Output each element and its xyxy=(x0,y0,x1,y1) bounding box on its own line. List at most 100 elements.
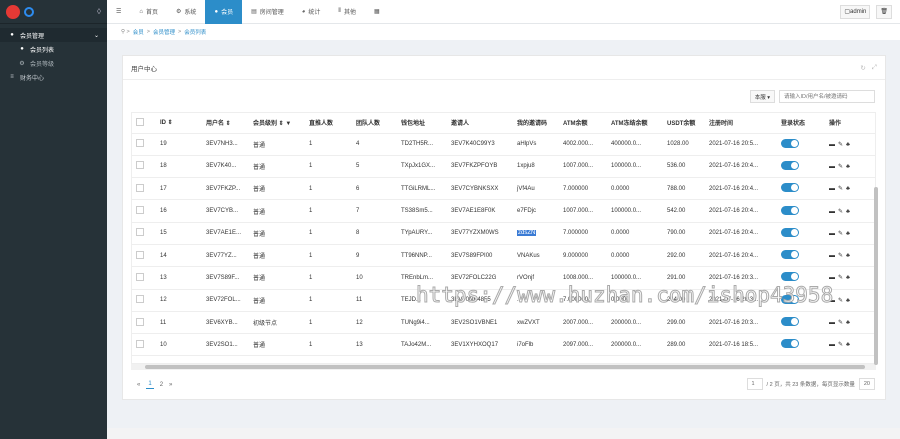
vertical-scrollbar[interactable] xyxy=(874,187,878,365)
card-icon[interactable]: ▬ xyxy=(829,298,835,304)
tab-member[interactable]: ● 会员 xyxy=(205,0,243,24)
login-toggle[interactable] xyxy=(781,339,799,349)
cell-login[interactable] xyxy=(777,333,825,357)
trash-button[interactable]: 🗑 xyxy=(876,4,892,19)
menu-toggle[interactable]: ☰ xyxy=(107,0,130,24)
settings-drop-icon[interactable]: ◊ xyxy=(97,7,101,16)
refresh-icon[interactable]: ↻ xyxy=(860,64,865,72)
cell-login[interactable] xyxy=(777,177,825,201)
group-icon[interactable]: ♣ xyxy=(846,186,850,192)
edit-icon[interactable]: ✎ xyxy=(838,297,843,304)
card-icon[interactable]: ▬ xyxy=(829,186,835,192)
group-icon[interactable]: ♣ xyxy=(846,253,850,259)
login-toggle[interactable] xyxy=(781,227,799,237)
page-size-input[interactable]: 20 xyxy=(858,378,875,390)
row-checkbox[interactable] xyxy=(132,177,156,201)
edit-icon[interactable]: ✎ xyxy=(838,208,843,215)
tab-home[interactable]: ⌂ 首页 xyxy=(130,0,167,24)
tab-system[interactable]: ⚙ 系统 xyxy=(167,0,205,24)
edit-icon[interactable]: ✎ xyxy=(838,319,843,326)
cell-login[interactable] xyxy=(777,222,825,245)
login-toggle[interactable] xyxy=(781,272,799,282)
cell-login[interactable] xyxy=(777,155,825,179)
row-checkbox[interactable] xyxy=(132,155,156,179)
edit-icon[interactable]: ✎ xyxy=(838,163,843,170)
edit-icon[interactable]: ✎ xyxy=(838,185,843,192)
card-icon[interactable]: ▬ xyxy=(829,142,835,148)
col-username[interactable]: 用户名 ⇕ xyxy=(202,113,249,134)
sidebar-item-member-management[interactable]: ● 会员管理 ⌄ xyxy=(0,28,107,42)
login-toggle[interactable] xyxy=(781,183,799,193)
page-button-2[interactable]: 2 xyxy=(160,382,163,388)
group-icon[interactable]: ♣ xyxy=(846,209,850,215)
cell-login[interactable] xyxy=(777,244,825,268)
sidebar-item-member-level[interactable]: ⚙ 会员等级 xyxy=(0,56,107,70)
card-icon[interactable]: ▬ xyxy=(829,275,835,281)
edit-icon[interactable]: ✎ xyxy=(838,274,843,281)
edit-icon[interactable]: ✎ xyxy=(838,252,843,259)
login-toggle[interactable] xyxy=(781,138,799,148)
cell-id: 14 xyxy=(156,244,202,268)
prev-page-button[interactable]: « xyxy=(137,382,140,388)
next-page-button[interactable]: » xyxy=(169,382,172,388)
row-checkbox[interactable] xyxy=(132,333,156,357)
cell-usdt: 299.00 xyxy=(663,311,705,335)
admin-button[interactable]: ▢ admin xyxy=(840,4,871,19)
search-input[interactable] xyxy=(779,90,875,103)
breadcrumb-item[interactable]: 会员列表 xyxy=(184,28,206,36)
tab-room[interactable]: ▤ 房间管理 xyxy=(242,0,293,24)
card-icon[interactable]: ▬ xyxy=(829,209,835,215)
group-icon[interactable]: ♣ xyxy=(846,164,850,170)
breadcrumb-item[interactable]: 会员 xyxy=(133,28,144,36)
row-checkbox[interactable] xyxy=(132,311,156,335)
row-checkbox[interactable] xyxy=(132,289,156,312)
row-checkbox[interactable] xyxy=(132,199,156,223)
row-checkbox[interactable] xyxy=(132,244,156,268)
cell-login[interactable] xyxy=(777,133,825,156)
page-jump-input[interactable]: 1 xyxy=(746,378,763,390)
group-icon[interactable]: ♣ xyxy=(846,298,850,304)
login-toggle[interactable] xyxy=(781,205,799,215)
scope-select[interactable]: 本服 ▾ xyxy=(749,90,775,103)
group-icon[interactable]: ♣ xyxy=(846,275,850,281)
sidebar-item-member-list[interactable]: ● 会员列表 xyxy=(0,42,107,56)
card-icon[interactable]: ▬ xyxy=(829,231,835,237)
cell-direct: 1 xyxy=(305,155,352,179)
tab-stats[interactable]: ◕ 统计 xyxy=(293,0,330,24)
row-checkbox[interactable] xyxy=(132,266,156,290)
group-icon[interactable]: ♣ xyxy=(846,342,850,348)
col-level[interactable]: 会员级别 ⇕ ▼ xyxy=(249,113,305,134)
card-icon[interactable]: ▬ xyxy=(829,253,835,259)
tab-grid[interactable]: ▦ xyxy=(365,0,389,24)
row-checkbox[interactable] xyxy=(132,133,156,156)
table-row: 19 3EV7NH3... 普通 1 4 TD2TH5R... 3EV7K40C99Y3 aH… xyxy=(132,133,875,156)
breadcrumb-item[interactable]: 会员管理 xyxy=(153,28,175,36)
card-icon[interactable]: ▬ xyxy=(829,342,835,348)
group-icon[interactable]: ♣ xyxy=(846,142,850,148)
page-button-1[interactable]: 1 xyxy=(146,380,154,389)
sidebar-item-finance[interactable]: ≡ 财务中心 xyxy=(0,70,107,84)
col-id[interactable]: ID ⇕ xyxy=(156,113,202,134)
cell-login[interactable] xyxy=(777,199,825,223)
edit-icon[interactable]: ✎ xyxy=(838,141,843,148)
map-pin-icon: ⚲ xyxy=(121,29,126,35)
cell-login[interactable] xyxy=(777,289,825,312)
row-checkbox[interactable] xyxy=(132,222,156,245)
cell-login[interactable] xyxy=(777,311,825,335)
login-toggle[interactable] xyxy=(781,160,799,170)
card-icon[interactable]: ▬ xyxy=(829,320,835,326)
login-toggle[interactable] xyxy=(781,317,799,327)
cell-login[interactable] xyxy=(777,266,825,290)
card-icon[interactable]: ▬ xyxy=(829,164,835,170)
cell-username: 3EV7FKZP... xyxy=(202,177,249,201)
edit-icon[interactable]: ✎ xyxy=(838,230,843,237)
login-toggle[interactable] xyxy=(781,250,799,260)
group-icon[interactable]: ♣ xyxy=(846,231,850,237)
expand-icon[interactable]: ⤢ xyxy=(872,64,877,72)
group-icon[interactable]: ♣ xyxy=(846,320,850,326)
tab-other[interactable]: ⫴ 其他 xyxy=(329,0,365,24)
edit-icon[interactable]: ✎ xyxy=(838,341,843,348)
login-toggle[interactable] xyxy=(781,294,799,304)
horizontal-scrollbar[interactable] xyxy=(131,364,876,370)
select-all-checkbox[interactable] xyxy=(132,113,156,134)
